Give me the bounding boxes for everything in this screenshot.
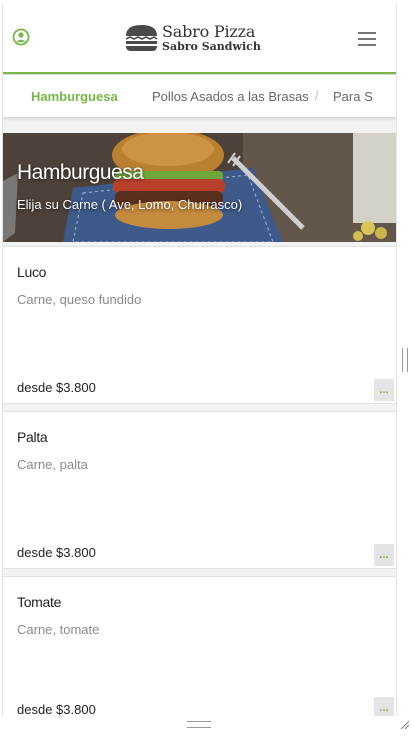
tab-pollos-asados[interactable]: Pollos Asados a las Brasas [152,89,309,104]
category-banner: Hamburguesa Elija su Carne ( Ave, Lomo, … [3,133,396,242]
more-options-button[interactable]: ... [374,379,394,401]
app-header: Sabro Pizza Sabro Sandwich [3,4,396,74]
burger-logo-icon [125,25,158,51]
resize-corner-icon[interactable] [398,718,410,730]
banner-title: Hamburguesa [17,161,144,184]
tab-hamburguesa[interactable]: Hamburguesa [31,89,118,104]
item-description: Carne, tomate [17,622,100,637]
brand-line1: Sabro Pizza [162,22,256,41]
brand-logo[interactable]: Sabro Pizza Sabro Sandwich [124,22,261,54]
app-frame: Sabro Pizza Sabro Sandwich Hamburguesa P… [2,4,397,716]
side-scroll-handle[interactable] [402,348,408,372]
item-price: desde $3.800 [17,702,96,716]
item-name: Luco [17,264,47,280]
burger-photo [3,133,396,242]
brand-name: Sabro Pizza Sabro Sandwich [162,22,261,53]
bottom-drag-handle[interactable] [187,721,211,728]
hamburger-menu-icon[interactable] [358,32,376,46]
tab-para[interactable]: Para S [333,89,373,104]
more-options-button[interactable]: ... [374,544,394,566]
item-name: Palta [17,429,48,445]
category-tabs: Hamburguesa Pollos Asados a las Brasas /… [3,75,396,118]
more-options-button[interactable]: ... [374,697,394,716]
brand-line2: Sabro Sandwich [162,40,261,53]
user-circle-icon[interactable] [12,28,30,46]
menu-item-card[interactable]: Palta Carne, palta desde $3.800 ... [3,411,396,569]
menu-item-card[interactable]: Tomate Carne, tomate desde $3.800 ... [3,576,396,716]
item-price: desde $3.800 [17,380,96,395]
tabs-shadow [3,117,396,121]
banner-subtitle: Elija su Carne ( Ave, Lomo, Churrasco) [17,197,243,212]
menu-item-card[interactable]: Luco Carne, queso fundido desde $3.800 .… [3,246,396,404]
item-price: desde $3.800 [17,545,96,560]
tab-separator: / [315,88,319,103]
item-name: Tomate [17,594,62,610]
item-description: Carne, queso fundido [17,292,142,307]
item-description: Carne, palta [17,457,88,472]
